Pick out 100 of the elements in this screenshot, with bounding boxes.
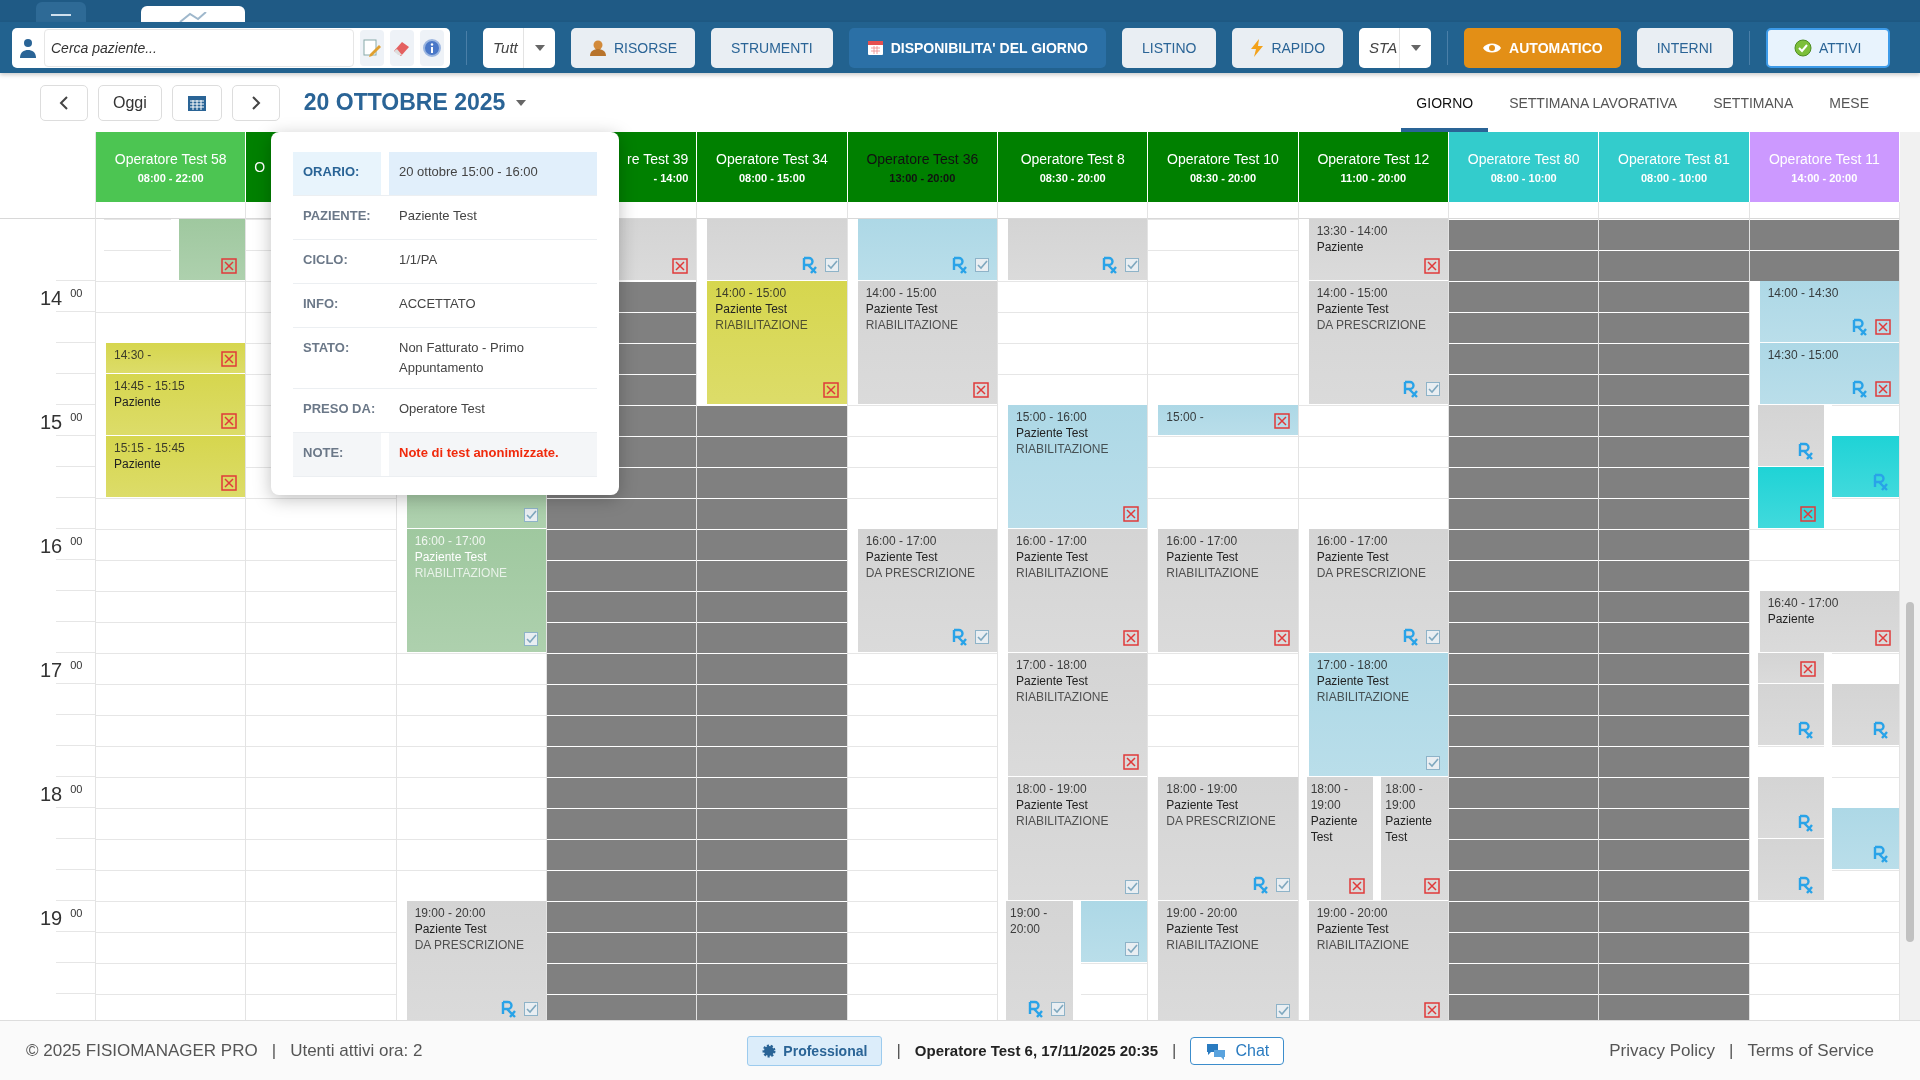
appointment-card[interactable]: 16:00 - 17:00 Paziente Test DA PRESCRIZIONE	[857, 529, 997, 653]
cancel-icon[interactable]	[1349, 878, 1366, 894]
calendar-button[interactable]	[171, 84, 222, 121]
toolbar-button[interactable]: RISORSE	[571, 27, 695, 68]
cancel-icon[interactable]	[1875, 319, 1891, 335]
checked-box-icon[interactable]	[1125, 258, 1140, 272]
appointment-card[interactable]	[1757, 777, 1825, 839]
toolbar-button[interactable]: ATTIVI	[1765, 27, 1890, 68]
prescription-icon[interactable]	[1252, 876, 1271, 894]
footer-link[interactable]: Privacy Policy	[1609, 1040, 1715, 1061]
appointment-card[interactable]	[1832, 808, 1899, 870]
checked-box-icon[interactable]	[1426, 630, 1440, 644]
prescription-icon[interactable]	[501, 1000, 519, 1018]
appointment-card[interactable]: 15:00 -	[1158, 405, 1298, 436]
appointment-card[interactable]: 14:00 - 15:00 Paziente Test RIABILITAZIONE	[857, 281, 997, 405]
appointment-card[interactable]: 16:00 - 17:00 Paziente Test RIABILITAZIONE	[1158, 529, 1298, 653]
checked-box-icon[interactable]	[524, 508, 538, 522]
prescription-icon[interactable]	[1873, 721, 1891, 739]
cancel-icon[interactable]	[221, 413, 238, 429]
checked-box-icon[interactable]	[1275, 1004, 1290, 1018]
today-button[interactable]: Oggi	[98, 84, 162, 121]
view-tab[interactable]: SETTIMANA LAVORATIVA	[1494, 73, 1693, 132]
cancel-icon[interactable]	[1800, 661, 1817, 677]
eraser-button[interactable]	[390, 29, 414, 66]
checked-box-icon[interactable]	[1050, 1002, 1065, 1016]
checked-box-icon[interactable]	[824, 258, 839, 272]
appointment-card[interactable]: 13:30 - 14:00 Paziente	[1308, 219, 1448, 281]
toolbar-button[interactable]: RAPIDO	[1232, 27, 1344, 68]
appointment-card[interactable]: 15:15 - 15:45 Paziente	[106, 436, 246, 498]
appointment-card[interactable]: 14:30 -	[106, 343, 246, 374]
next-button[interactable]	[231, 84, 280, 121]
appointment-card[interactable]	[1757, 839, 1825, 901]
checked-box-icon[interactable]	[975, 630, 989, 644]
cancel-icon[interactable]	[1273, 413, 1290, 429]
appointment-card[interactable]	[857, 219, 997, 281]
appointment-card[interactable]: 14:30 - 15:00	[1759, 343, 1899, 405]
cancel-icon[interactable]	[1875, 630, 1891, 646]
checked-box-icon[interactable]	[524, 632, 538, 646]
checked-box-icon[interactable]	[1275, 878, 1290, 892]
appointment-card[interactable]	[1832, 684, 1899, 746]
prescription-icon[interactable]	[801, 256, 820, 274]
checked-box-icon[interactable]	[1125, 942, 1140, 956]
menu-tab[interactable]	[36, 2, 86, 22]
cancel-icon[interactable]	[1424, 878, 1440, 894]
prescription-icon[interactable]	[952, 256, 970, 274]
cancel-icon[interactable]	[221, 475, 238, 491]
toolbar-button[interactable]: STRUMENTI	[711, 27, 833, 68]
appointment-card[interactable]: 19:00 - 20:00 Paziente Test RIABILITAZIONE	[1158, 901, 1298, 1020]
appointment-card[interactable]	[178, 219, 246, 281]
cancel-icon[interactable]	[221, 351, 238, 367]
appointment-card[interactable]: 14:00 - 15:00 Paziente Test RIABILITAZIONE	[707, 281, 847, 405]
appointment-card[interactable]	[1757, 684, 1825, 746]
appointment-card[interactable]: 18:00 - 19:00 Paziente Test RIABILITAZIONE	[1008, 777, 1148, 901]
view-tab[interactable]: SETTIMANA	[1698, 73, 1809, 132]
appointment-card[interactable]	[1757, 653, 1825, 684]
appointment-card[interactable]: 19:00 - 20:00 Paziente Test DA PRESCRIZIONE	[406, 901, 546, 1020]
appointment-card[interactable]: 18:00 - 19:00 Paziente Test DA PRESCRIZIONE	[1158, 777, 1298, 901]
appointment-card[interactable]	[1757, 467, 1825, 529]
appointment-card[interactable]: 15:00 - 16:00 Paziente Test RIABILITAZIONE	[1008, 405, 1148, 529]
view-tab[interactable]: MESE	[1814, 73, 1884, 132]
checked-box-icon[interactable]	[1426, 382, 1440, 396]
prescription-icon[interactable]	[1027, 1000, 1046, 1018]
cancel-icon[interactable]	[672, 258, 689, 274]
cancel-icon[interactable]	[1123, 506, 1140, 522]
cancel-icon[interactable]	[1123, 630, 1140, 646]
prescription-icon[interactable]	[1873, 473, 1891, 491]
prescription-icon[interactable]	[1852, 318, 1870, 336]
appointment-card[interactable]: 14:45 - 15:15 Paziente	[106, 374, 246, 436]
appointment-card[interactable]: 19:00 - 20:00 Paziente Test RIABILITAZIONE	[1308, 901, 1448, 1020]
cancel-icon[interactable]	[1123, 754, 1140, 770]
chat-button[interactable]: Chat	[1190, 1036, 1285, 1065]
appointment-card[interactable]: 18:00 - 19:00 Paziente Test	[1306, 777, 1374, 901]
logo-tab[interactable]	[141, 6, 245, 22]
toolbar-button[interactable]: LISTINO	[1121, 27, 1217, 68]
previous-button[interactable]	[40, 84, 88, 121]
appointment-card[interactable]: 16:00 - 17:00 Paziente Test RIABILITAZIONE	[1008, 529, 1148, 653]
date-picker[interactable]: 20 OTTOBRE 2025	[303, 89, 528, 116]
filter-dropdown[interactable]: STA	[1359, 27, 1432, 68]
cancel-icon[interactable]	[1273, 630, 1290, 646]
cancel-icon[interactable]	[1875, 381, 1891, 397]
filter-dropdown[interactable]: Tutt	[483, 27, 555, 68]
footer-link[interactable]: Terms of Service	[1747, 1040, 1874, 1061]
search-field[interactable]: Cerca paziente...	[44, 28, 354, 67]
prescription-icon[interactable]	[952, 628, 970, 646]
checked-box-icon[interactable]	[1426, 756, 1440, 770]
checked-box-icon[interactable]	[524, 1002, 538, 1016]
checked-box-icon[interactable]	[1125, 880, 1140, 894]
info-button[interactable]	[420, 29, 444, 66]
prescription-icon[interactable]	[1852, 380, 1870, 398]
cancel-icon[interactable]	[1800, 506, 1817, 522]
appointment-card[interactable]: 18:00 - 19:00 Paziente Test	[1381, 777, 1448, 901]
toolbar-button[interactable]: DISPONIBILITA' DEL GIORNO	[848, 27, 1106, 68]
cancel-icon[interactable]	[1424, 258, 1440, 274]
cancel-icon[interactable]	[221, 258, 238, 274]
cancel-icon[interactable]	[822, 382, 839, 398]
appointment-card[interactable]: 14:00 - 15:00 Paziente Test DA PRESCRIZIONE	[1308, 281, 1448, 405]
appointment-card[interactable]: 17:00 - 18:00 Paziente Test RIABILITAZIONE	[1008, 653, 1148, 777]
appointment-card[interactable]: 16:00 - 17:00 Paziente Test DA PRESCRIZIONE	[1308, 529, 1448, 653]
scrollbar-thumb[interactable]	[1906, 602, 1914, 942]
appointment-card[interactable]: 14:00 - 14:30	[1759, 281, 1899, 343]
